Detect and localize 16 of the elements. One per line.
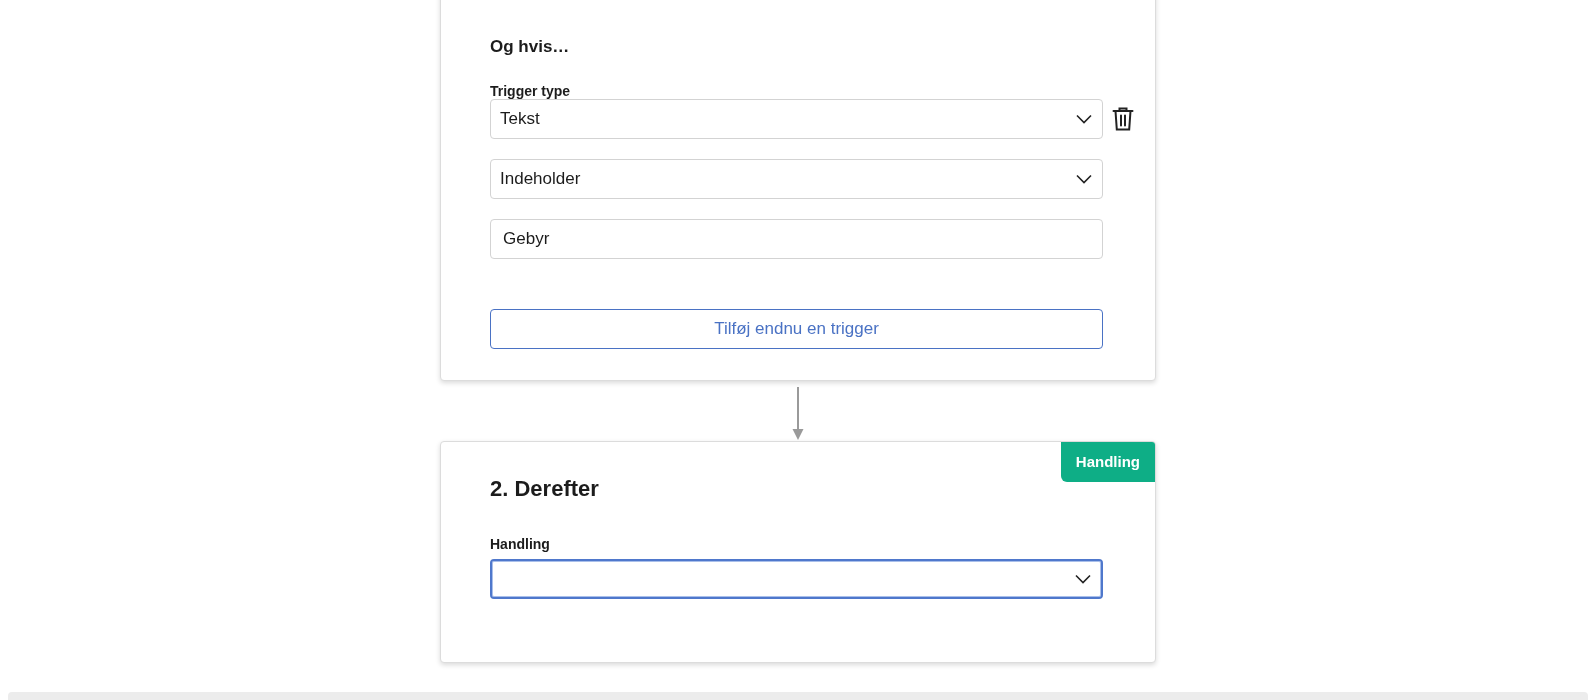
- chevron-down-icon: [1076, 114, 1093, 124]
- text-input-field[interactable]: Gebyr: [490, 219, 1103, 259]
- field-label: Trigger type: [490, 83, 572, 99]
- chevron-down-icon: [1075, 574, 1091, 584]
- chevron-down-icon: [1076, 174, 1092, 184]
- section-heading: Og hvis…: [490, 37, 571, 58]
- select-field[interactable]: Tekst: [490, 99, 1104, 139]
- type-badge: Handling: [1060, 442, 1155, 482]
- card-title: 2. Derefter: [490, 476, 600, 503]
- delete-button[interactable]: [1111, 105, 1135, 133]
- add-trigger-button[interactable]: Tilføj endnu en trigger: [490, 309, 1103, 349]
- select-field[interactable]: [490, 559, 1103, 599]
- connector-arrow: [792, 387, 804, 441]
- trash-icon: [1112, 106, 1135, 132]
- field-label: Handling: [490, 536, 551, 552]
- select-field[interactable]: Indeholder: [490, 159, 1103, 199]
